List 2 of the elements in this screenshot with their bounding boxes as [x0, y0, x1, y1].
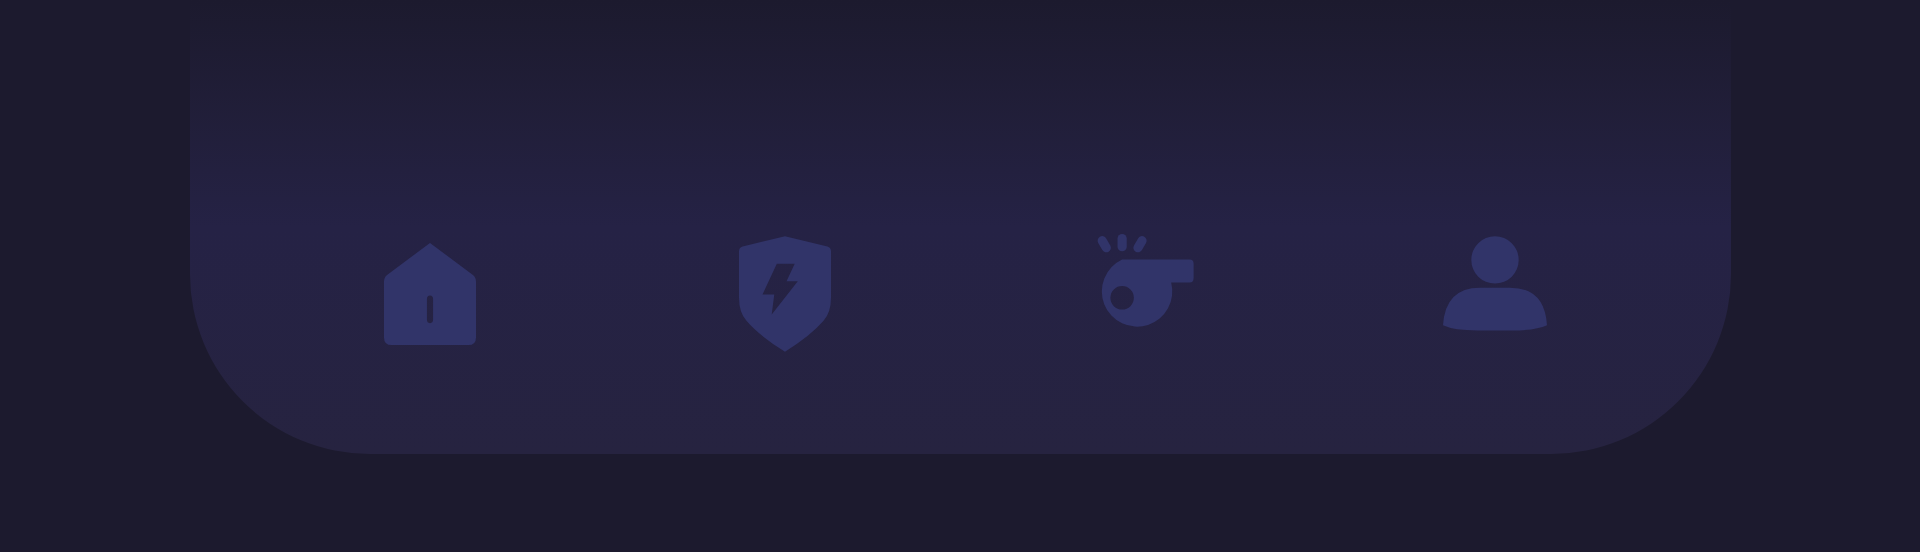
shield-icon	[738, 236, 831, 352]
home-icon	[383, 242, 476, 346]
